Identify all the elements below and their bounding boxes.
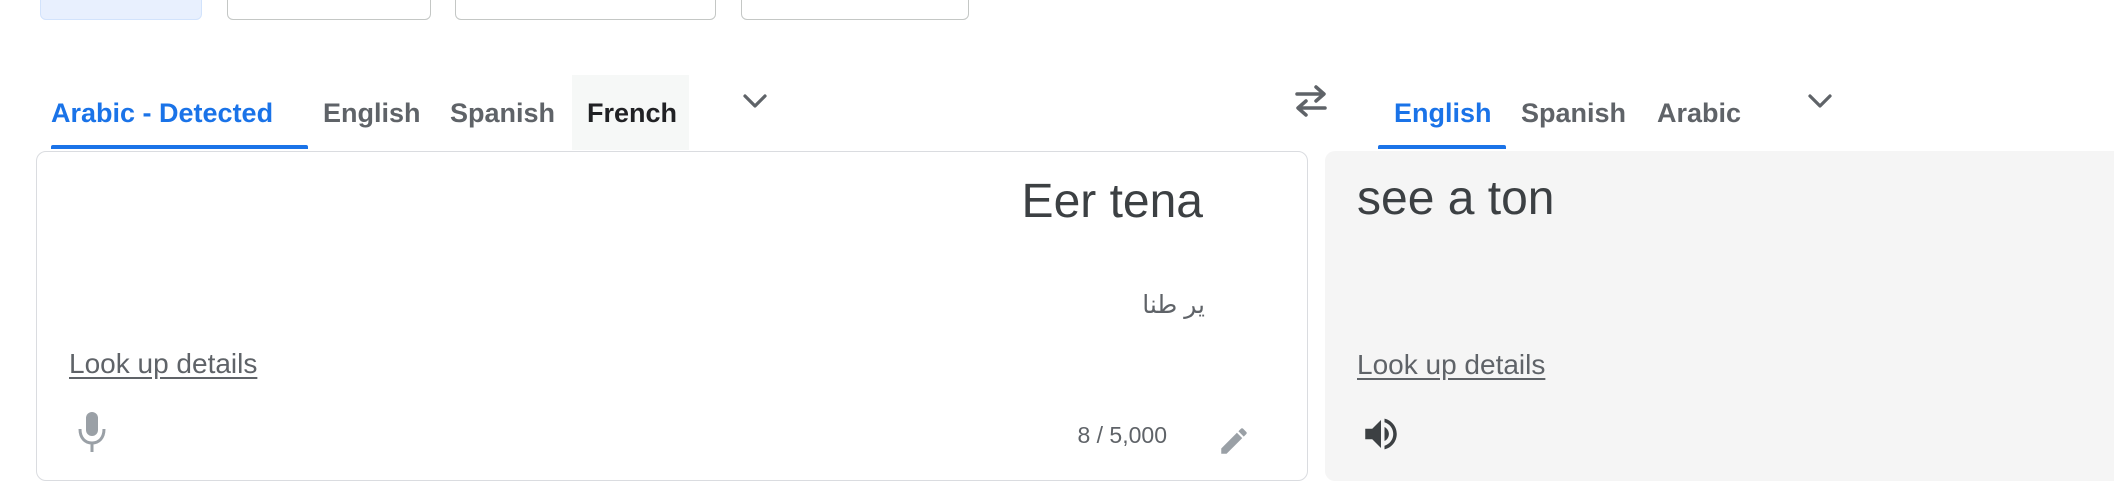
target-look-up-details-link[interactable]: Look up details	[1357, 349, 1545, 381]
source-tab-english[interactable]: English	[323, 75, 421, 150]
source-look-up-details-link[interactable]: Look up details	[69, 348, 257, 380]
character-count: 8 / 5,000	[1077, 422, 1167, 448]
source-tab-french[interactable]: French	[572, 75, 689, 150]
source-transliteration: ير طنا	[1142, 291, 1205, 319]
translation-output: see a ton	[1357, 172, 1555, 225]
websites-mode-button[interactable]	[741, 0, 969, 20]
translate-app: Arabic - Detected English Spanish French…	[0, 0, 2114, 484]
target-text-panel: see a ton Look up details	[1325, 151, 2114, 481]
chevron-down-icon[interactable]	[740, 86, 770, 116]
documents-mode-button[interactable]	[455, 0, 716, 20]
microphone-icon[interactable]	[75, 410, 109, 456]
speaker-icon[interactable]	[1360, 413, 1402, 455]
swap-languages-icon[interactable]	[1291, 83, 1331, 119]
target-tab-arabic[interactable]: Arabic	[1657, 75, 1741, 150]
images-mode-button[interactable]	[227, 0, 431, 20]
source-tab-underline	[51, 145, 308, 149]
source-tab-spanish[interactable]: Spanish	[450, 75, 555, 150]
source-tab-arabic-detected[interactable]: Arabic - Detected	[35, 75, 295, 150]
target-tab-english[interactable]: English	[1394, 75, 1492, 150]
target-tab-spanish[interactable]: Spanish	[1521, 75, 1626, 150]
pencil-icon[interactable]	[1217, 424, 1251, 458]
source-text-input[interactable]: Eer tena	[1022, 174, 1203, 229]
chevron-down-icon[interactable]	[1805, 86, 1835, 116]
source-text-panel[interactable]: Eer tena ير طنا Look up details 8 / 5,00…	[36, 151, 1308, 481]
target-tab-underline	[1378, 145, 1506, 149]
text-mode-button[interactable]	[40, 0, 202, 20]
